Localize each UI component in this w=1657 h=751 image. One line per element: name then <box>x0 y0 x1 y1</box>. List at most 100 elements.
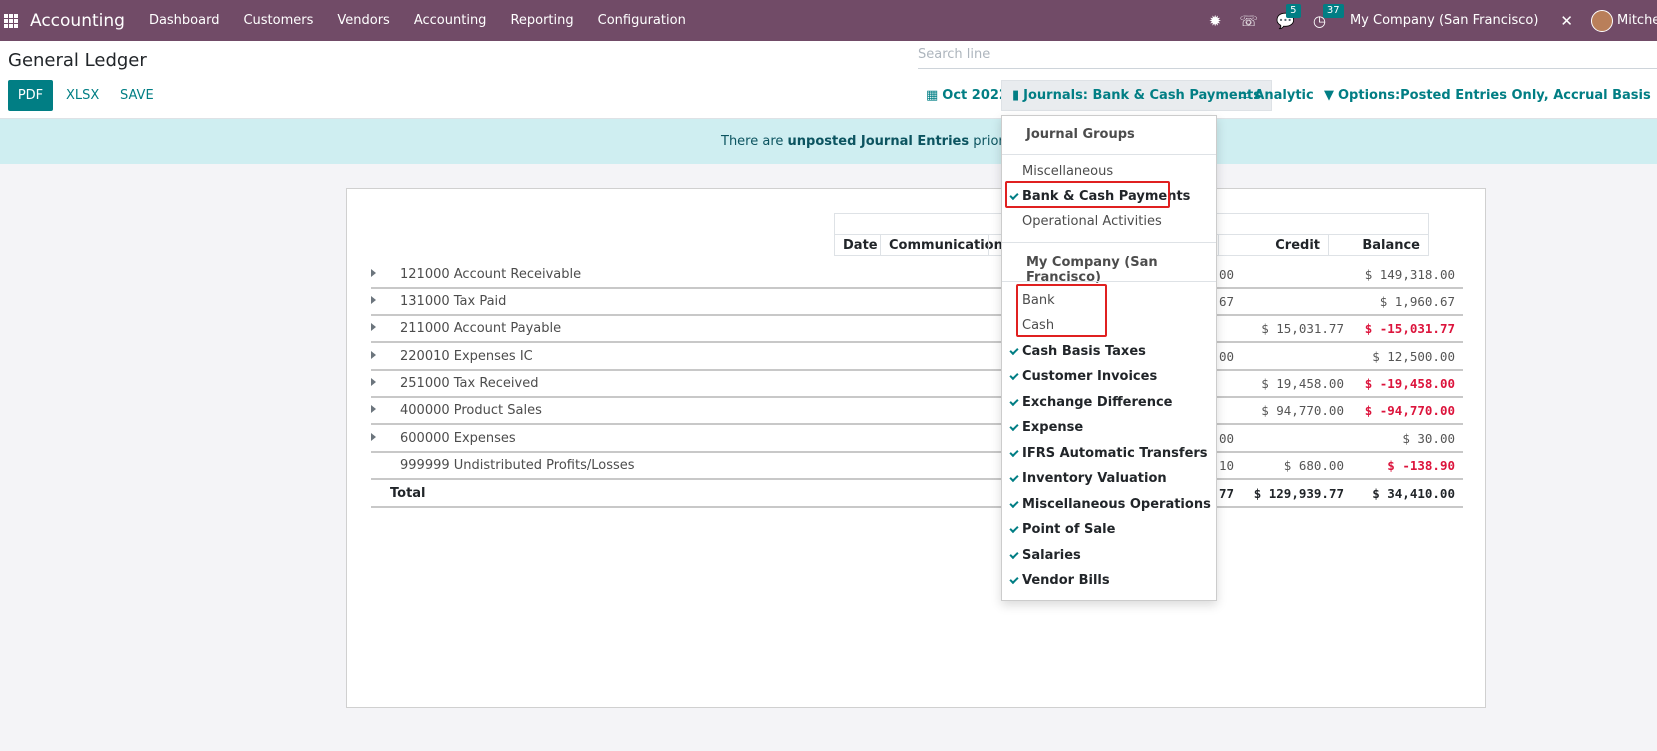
unposted-warning-banner: There are unposted Journal Entries prior… <box>0 119 1657 164</box>
avatar[interactable] <box>1591 9 1613 32</box>
table-row[interactable]: 131000 Tax Paid 67 $ 1,960.67 <box>371 289 1463 316</box>
check-icon <box>1009 345 1019 356</box>
balance-value: $ 12,500.00 <box>1372 349 1455 364</box>
tools-icon[interactable]: ✕ <box>1560 12 1573 30</box>
phone-icon[interactable]: ☏ <box>1239 12 1258 30</box>
save-button[interactable]: SAVE <box>120 80 154 111</box>
journal-option[interactable]: Exchange Difference <box>1009 395 1173 410</box>
expand-caret-icon[interactable] <box>371 269 376 277</box>
balance-value: $ 149,318.00 <box>1364 267 1455 282</box>
expand-caret-icon[interactable] <box>371 378 376 386</box>
options-filter[interactable]: ▼ Options:Posted Entries Only, Accrual Ba… <box>1324 80 1651 111</box>
calendar-icon: ▦ <box>926 88 939 103</box>
balance-value: $ 1,960.67 <box>1379 294 1455 309</box>
table-row: 999999 Undistributed Profits/Losses 10 $ 6… <box>371 453 1463 480</box>
search-input[interactable]: Search line <box>918 47 1657 69</box>
date-filter-label: Oct 2022 <box>942 88 1008 103</box>
credit-value: $ 680.00 <box>1283 458 1344 473</box>
expand-caret-icon[interactable] <box>371 405 376 413</box>
menu-vendors[interactable]: Vendors <box>337 13 389 28</box>
debit-value: 67 <box>1218 294 1234 309</box>
chat-icon[interactable]: 💬 5 <box>1276 3 1301 30</box>
journal-group-option[interactable]: Miscellaneous <box>1022 164 1113 179</box>
journals-filter-label: Journals: Bank & Cash Payments <box>1023 88 1261 103</box>
expand-caret-icon[interactable] <box>371 351 376 359</box>
expand-caret-icon[interactable] <box>371 323 376 331</box>
journal-group-option[interactable]: Operational Activities <box>1022 214 1162 229</box>
option-label: Expense <box>1022 420 1084 435</box>
account-name: 211000 Account Payable <box>400 321 562 336</box>
journal-option[interactable]: Salaries <box>1009 548 1081 563</box>
date-filter[interactable]: ▦ Oct 2022 <box>926 80 1008 111</box>
check-icon <box>1009 523 1019 534</box>
menu-configuration[interactable]: Configuration <box>598 13 686 28</box>
debit-value: 00 <box>1218 267 1234 282</box>
credit-value: $ 94,770.00 <box>1261 403 1344 418</box>
journal-option[interactable]: Miscellaneous Operations <box>1009 497 1211 512</box>
option-label: IFRS Automatic Transfers <box>1022 446 1208 461</box>
menu-reporting[interactable]: Reporting <box>510 13 573 28</box>
journal-option[interactable]: Vendor Bills <box>1009 573 1110 588</box>
journal-option[interactable]: IFRS Automatic Transfers <box>1009 446 1208 461</box>
balance-value: $ -94,770.00 <box>1364 403 1455 418</box>
check-icon <box>1009 549 1019 560</box>
app-menu-icon[interactable] <box>4 13 18 28</box>
control-panel: General Ledger PDF XLSX SAVE Search line… <box>0 41 1657 119</box>
pdf-button[interactable]: PDF <box>8 80 53 111</box>
journal-option[interactable]: Point of Sale <box>1009 522 1115 537</box>
menu-accounting[interactable]: Accounting <box>414 13 487 28</box>
menu-customers[interactable]: Customers <box>243 13 313 28</box>
table-row[interactable]: 211000 Account Payable $ 15,031.77 $ -15,0… <box>371 316 1463 343</box>
app-brand[interactable]: Accounting <box>30 11 125 31</box>
column-communication: Communication <box>880 234 1003 256</box>
table-row[interactable]: 251000 Tax Received $ 19,458.00 $ -19,458.… <box>371 371 1463 398</box>
option-label: Miscellaneous <box>1022 164 1114 179</box>
menu-dashboard[interactable]: Dashboard <box>149 13 220 28</box>
balance-value: $ 30.00 <box>1402 431 1455 446</box>
check-icon <box>1009 447 1019 458</box>
top-navbar: Accounting Dashboard Customers Vendors A… <box>0 0 1657 41</box>
account-name: 999999 Undistributed Profits/Losses <box>400 458 635 473</box>
expand-caret-icon[interactable] <box>371 296 376 304</box>
activity-badge: 37 <box>1322 3 1344 18</box>
activity-clock-icon[interactable]: ◷ 37 <box>1313 3 1344 30</box>
account-name: 600000 Expenses <box>400 431 516 446</box>
debit-value: 00 <box>1218 349 1234 364</box>
option-label: Exchange Difference <box>1022 395 1173 410</box>
table-row[interactable]: 600000 Expenses 00 $ 30.00 <box>371 426 1463 453</box>
user-menu[interactable]: Mitchell Admin <box>1617 13 1657 28</box>
xlsx-button[interactable]: XLSX <box>66 80 99 111</box>
expand-caret-icon[interactable] <box>371 433 376 441</box>
total-balance: $ 34,410.00 <box>1372 486 1455 501</box>
journal-option[interactable]: Customer Invoices <box>1009 369 1157 384</box>
journal-option[interactable]: Cash Basis Taxes <box>1009 344 1146 359</box>
analytic-filter[interactable]: ▭ Analytic <box>1238 80 1314 111</box>
journal-option[interactable]: Expense <box>1009 420 1084 435</box>
table-row[interactable]: 220010 Expenses IC 00 $ 12,500.00 <box>371 344 1463 371</box>
debug-bug-icon[interactable]: ✹ <box>1209 12 1222 30</box>
highlight-box-group <box>1005 181 1170 208</box>
account-name: 220010 Expenses IC <box>400 349 533 364</box>
banner-prefix: There are <box>721 134 784 149</box>
company-switcher[interactable]: My Company (San Francisco) <box>1350 13 1538 28</box>
option-label: Salaries <box>1022 548 1081 563</box>
banner-link[interactable]: unposted Journal Entries <box>788 134 970 149</box>
journals-dropdown: Journal Groups Miscellaneous Bank & Cash … <box>1001 115 1217 601</box>
table-row[interactable]: 121000 Account Receivable 00 $ 149,318.00 <box>371 262 1463 289</box>
total-label: Total <box>390 486 426 501</box>
check-icon <box>1009 574 1019 585</box>
check-icon <box>1009 370 1019 381</box>
account-name: 251000 Tax Received <box>400 376 539 391</box>
credit-value: $ 19,458.00 <box>1261 376 1344 391</box>
total-debit: 77 <box>1218 486 1234 501</box>
table-row[interactable]: 400000 Product Sales $ 94,770.00 $ -94,770… <box>371 398 1463 425</box>
account-name: 131000 Tax Paid <box>400 294 507 309</box>
highlight-box-journals <box>1016 284 1107 337</box>
debit-value: 00 <box>1218 431 1234 446</box>
page-title: General Ledger <box>8 50 147 71</box>
journal-option[interactable]: Inventory Valuation <box>1009 471 1167 486</box>
option-label: Cash Basis Taxes <box>1022 344 1146 359</box>
debit-value: 10 <box>1218 458 1234 473</box>
journals-filter[interactable]: ▮ Journals: Bank & Cash Payments <box>1001 80 1272 111</box>
option-label: Miscellaneous Operations <box>1022 497 1211 512</box>
